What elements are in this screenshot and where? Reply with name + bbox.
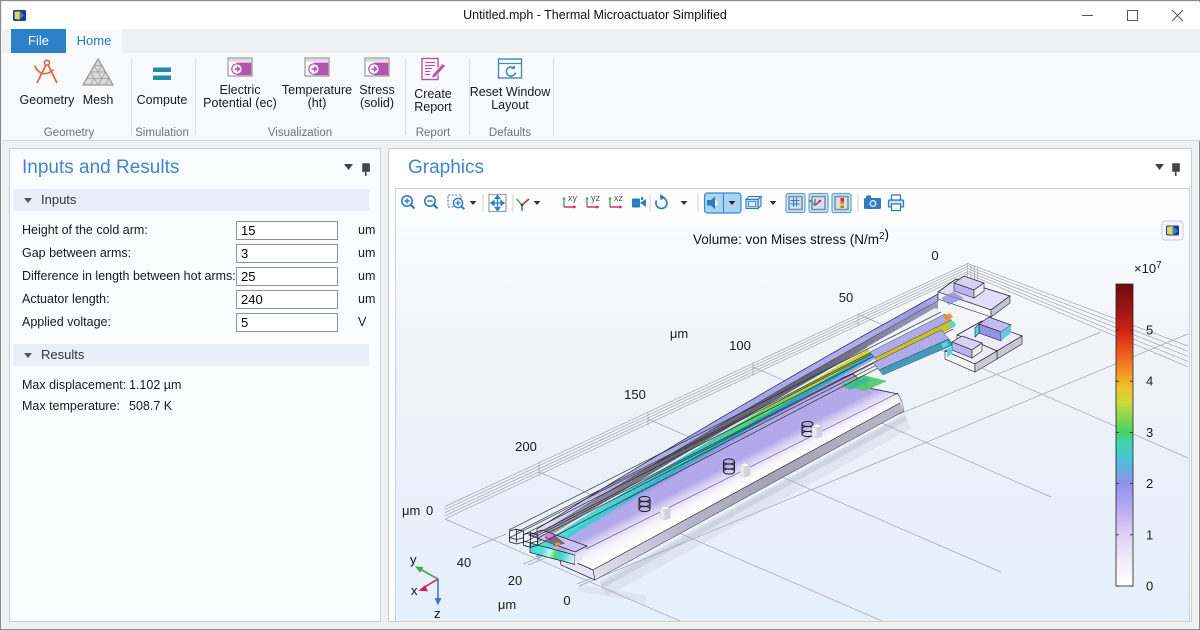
svg-text:200: 200 [515, 439, 537, 454]
svg-text:5: 5 [1146, 323, 1153, 338]
svg-text:yz: yz [591, 193, 601, 203]
svg-text:0: 0 [931, 248, 938, 263]
svg-text:4: 4 [1146, 374, 1153, 389]
svg-text:z: z [434, 606, 441, 621]
svg-text:20: 20 [508, 573, 522, 588]
svg-text:μm: μm [402, 503, 420, 518]
svg-text:y: y [410, 552, 417, 567]
svg-text:150: 150 [624, 387, 646, 402]
svg-text:μm: μm [670, 326, 688, 341]
svg-text:0: 0 [1146, 579, 1153, 594]
svg-text:1: 1 [1146, 527, 1153, 542]
svg-text:2: 2 [1146, 476, 1153, 491]
svg-text:0: 0 [426, 503, 433, 518]
svg-text:50: 50 [839, 290, 853, 305]
svg-text:100: 100 [729, 338, 751, 353]
svg-text:0: 0 [563, 593, 570, 608]
svg-text:3: 3 [1146, 425, 1153, 440]
svg-text:xy: xy [568, 193, 578, 203]
svg-text:40: 40 [457, 555, 471, 570]
svg-text:xz: xz [614, 193, 624, 203]
svg-text:μm: μm [498, 597, 516, 612]
svg-text:x: x [411, 583, 418, 598]
